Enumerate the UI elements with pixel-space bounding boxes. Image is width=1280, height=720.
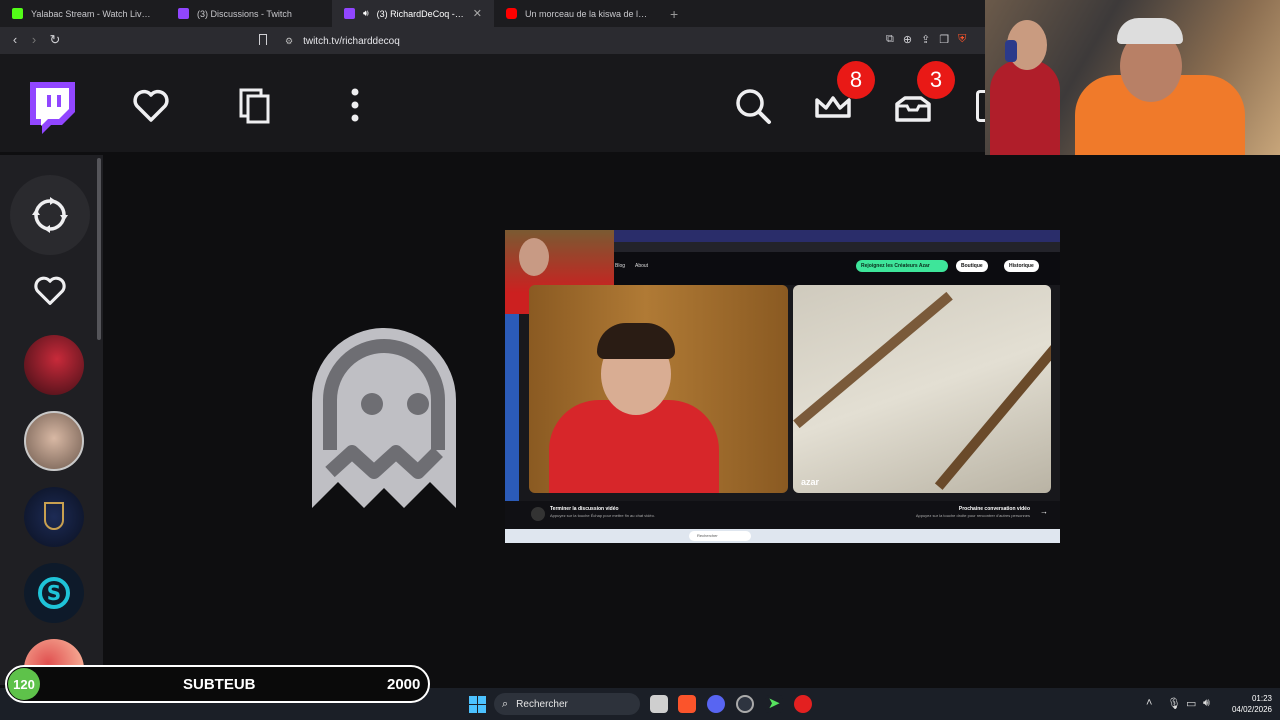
tray-chevron-icon[interactable]: ˄ (1146, 697, 1152, 709)
browser-tab[interactable]: Un morceau de la kiswa de la Kaaba (494, 0, 660, 27)
channel-avatar[interactable]: S (24, 563, 84, 623)
streamer-webcam (985, 0, 1280, 155)
volume-icon[interactable]: 🔊︎ (1203, 697, 1210, 710)
inner-windows-taskbar: Rechercher (505, 529, 1060, 543)
remote-video-beam (934, 330, 1051, 490)
brave-browser-icon[interactable] (678, 695, 696, 713)
shop-button: Boutique (956, 260, 988, 272)
address-bar[interactable]: ⚙ twitch.tv/richarddecoq (285, 32, 885, 50)
close-tab-icon[interactable]: ✕ (473, 7, 482, 20)
more-vertical-icon[interactable] (335, 86, 375, 126)
webcam-person-left (990, 60, 1060, 155)
webcam-headset (1005, 40, 1017, 62)
zoom-icon[interactable]: ⊕ (903, 33, 912, 46)
followed-channels-sidebar: S (0, 155, 103, 699)
azar-footer: Terminer la discussion vidéo Appuyez sur… (505, 501, 1060, 529)
taskbar-search-box[interactable]: ⌕ Rechercher (494, 693, 640, 715)
tab-title: Un morceau de la kiswa de la Kaaba (525, 8, 648, 19)
forward-icon[interactable]: › (24, 32, 44, 47)
tab-title: (3) RichardDeCoq - Twitch (376, 8, 465, 19)
system-clock[interactable]: 01:23 04/02/2026 (1222, 693, 1272, 715)
browse-icon[interactable] (235, 86, 275, 126)
azar-nav-about: About (635, 263, 649, 269)
inner-webcam-face (519, 238, 549, 276)
channel-avatar-logo: S (38, 577, 70, 609)
clock-date: 04/02/2026 (1231, 705, 1272, 714)
twitch-favicon-icon (178, 8, 189, 19)
local-video (529, 285, 788, 493)
browser-tab[interactable]: Yalabac Stream - Watch Live on Kick (0, 0, 166, 27)
remote-video: azar (793, 285, 1051, 493)
bookmark-icon[interactable] (259, 34, 267, 45)
new-tab-button[interactable]: + (660, 0, 688, 27)
speaker-icon[interactable]: 🔊︎ (363, 8, 369, 19)
taskbar-search-label: Rechercher (516, 698, 568, 710)
network-icon[interactable]: ▭ (1186, 697, 1196, 710)
channel-avatar[interactable] (24, 487, 84, 547)
inner-sidebar (505, 314, 519, 501)
next-chat-title: Prochaine conversation vidéo (958, 506, 1030, 512)
join-creators-button: Rejoignez les Créateurs Azar (856, 260, 948, 272)
sub-goal-target: 2000 (387, 676, 421, 693)
twitch-logo-icon[interactable] (26, 82, 75, 134)
microphone-icon[interactable]: 🎙︎ (1167, 697, 1181, 710)
sub-goal-label: SUBTEUB (183, 676, 256, 693)
azar-nav-blog: Blog (615, 263, 626, 269)
kick-favicon-icon (12, 8, 23, 19)
tab-title: Yalabac Stream - Watch Live on Kick (31, 8, 154, 19)
sub-count-badge: 120 (8, 668, 40, 700)
search-icon: ⌕ (502, 697, 509, 710)
next-chat-sub: Appuyez sur la touche droite pour rencon… (915, 513, 1030, 518)
next-arrow-icon: → (1040, 507, 1048, 516)
channel-avatar[interactable] (24, 335, 84, 395)
reader-icon[interactable]: ⧉ (886, 33, 894, 46)
youtube-favicon-icon (506, 8, 517, 19)
share-icon[interactable]: ⇪ (921, 33, 930, 46)
site-settings-icon[interactable]: ⚙ (285, 36, 293, 47)
search-icon[interactable] (733, 86, 773, 126)
reload-icon[interactable]: ↻ (45, 32, 65, 48)
stream-preview[interactable]: Blog About Rejoignez les Créateurs Azar … (505, 230, 1060, 543)
toolbar-icons: ⧉ ⊕ ⇪ ❐ ⛨ (886, 33, 966, 46)
end-chat-button (531, 507, 545, 521)
azar-video-area: azar (505, 230, 1060, 501)
browser-toolbar: ‹ › ↻ ⚙ twitch.tv/richarddecoq ⧉ ⊕ ⇪ ❐ ⛨ (0, 27, 985, 54)
browser-tab[interactable]: (3) Discussions - Twitch (166, 0, 332, 27)
obs-icon[interactable] (736, 695, 754, 713)
url-text: twitch.tv/richarddecoq (303, 35, 400, 47)
following-heart-icon[interactable] (131, 86, 171, 126)
back-icon[interactable]: ‹ (5, 32, 25, 47)
webcam-cap (1117, 18, 1183, 44)
end-chat-title: Terminer la discussion vidéo (550, 506, 619, 512)
twitch-favicon-icon (344, 8, 355, 19)
notification-badge: 3 (917, 61, 955, 99)
windows-start-icon[interactable] (469, 696, 486, 713)
clock-time: 01:23 (1251, 694, 1272, 703)
offline-ghost-icon (312, 328, 456, 508)
followed-heart-icon[interactable] (32, 275, 68, 307)
swirl-icon (32, 197, 68, 233)
notification-badge: 8 (837, 61, 875, 99)
local-video-hair (597, 323, 675, 359)
brave-shield-icon[interactable]: ⛨ (958, 33, 966, 46)
sub-goal-bar: 120 SUBTEUB 2000 (5, 665, 430, 703)
task-view-icon[interactable] (650, 695, 668, 713)
sidebar-scrollbar[interactable] (97, 158, 101, 340)
sidebar-collapse-button[interactable] (10, 175, 90, 255)
inner-taskbar-search: Rechercher (689, 531, 751, 541)
end-chat-sub: Appuyez sur la touche Échap pour mettre … (550, 513, 655, 518)
channel-avatar[interactable] (24, 411, 84, 471)
discord-icon[interactable] (707, 695, 725, 713)
browser-tab-active[interactable]: 🔊︎ (3) RichardDeCoq - Twitch ✕ (332, 0, 494, 27)
channel-avatar-logo (44, 502, 64, 530)
remote-video-beam (793, 291, 953, 429)
history-button: Historique (1004, 260, 1039, 272)
azar-brand: azar (801, 477, 820, 487)
kick-app-icon[interactable]: ➤ (765, 695, 783, 713)
tab-title: (3) Discussions - Twitch (197, 8, 292, 19)
youtube-app-icon[interactable] (794, 695, 812, 713)
copy-icon[interactable]: ❐ (939, 33, 949, 46)
